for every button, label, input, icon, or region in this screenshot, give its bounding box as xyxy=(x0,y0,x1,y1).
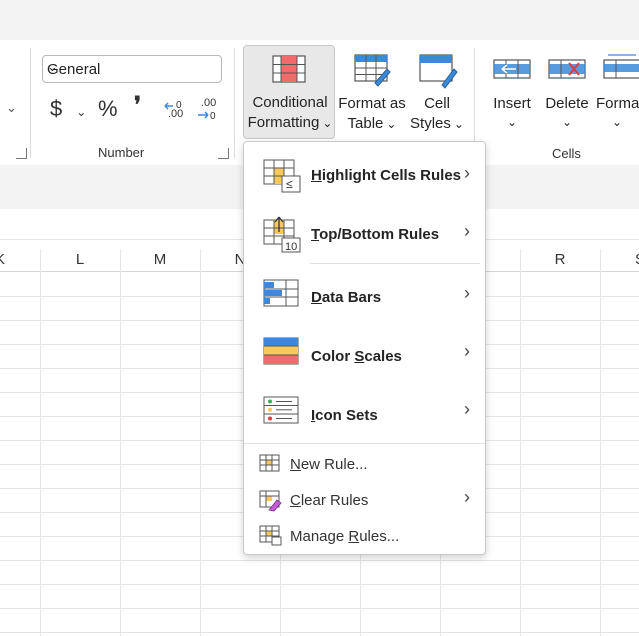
chevron-down-icon: ⌄ xyxy=(506,115,518,129)
number-group-label: Number xyxy=(98,145,145,160)
icon-sets-icon xyxy=(263,396,299,424)
title-bar xyxy=(0,0,639,40)
column-header[interactable]: K xyxy=(0,249,40,271)
menu-item-new-rule[interactable]: New Rule... xyxy=(244,448,485,480)
color-scales-icon xyxy=(263,337,299,365)
menu-item-manage-rules[interactable]: Manage Rules... xyxy=(244,520,485,552)
decrease-decimal-label: .00 xyxy=(201,97,217,109)
grid-line xyxy=(200,249,201,636)
column-header[interactable]: R xyxy=(520,249,600,271)
chevron-down-icon: ⌄ xyxy=(612,115,623,129)
menu-item-label: Clear Rules xyxy=(290,492,369,509)
percent-button[interactable]: % xyxy=(98,96,118,122)
menu-item-highlight-cells-rules[interactable]: ≤ Highlight Cells Rules › xyxy=(244,150,485,202)
cell-styles-line2: Styles xyxy=(410,115,451,132)
menu-item-color-scales[interactable]: Color Scales › xyxy=(244,328,485,380)
cell-styles-icon xyxy=(419,54,458,89)
currency-icon: $ xyxy=(50,96,63,121)
delete-button[interactable]: Delete ⌄ xyxy=(540,50,594,134)
comma-icon: ❜ xyxy=(134,92,142,117)
chevron-right-icon: › xyxy=(464,283,470,303)
grid-line xyxy=(0,608,639,609)
decrease-decimal-button[interactable]: .00 0 xyxy=(196,97,224,122)
chevron-right-icon: › xyxy=(464,341,470,361)
chevron-down-icon: ⌄ xyxy=(453,117,464,131)
column-header[interactable]: S xyxy=(600,249,639,271)
menu-item-label: Icon Sets xyxy=(311,407,378,424)
cell-styles-line1: Cell xyxy=(424,95,450,112)
cell-styles-button[interactable]: Cell Styles ⌄ xyxy=(408,45,466,139)
column-header[interactable]: M xyxy=(120,249,200,271)
format-as-table-line2: Table xyxy=(347,115,384,132)
format-label: Format xyxy=(596,95,639,112)
menu-item-label: Color Scales xyxy=(311,348,402,365)
conditional-formatting-icon xyxy=(272,55,306,83)
conditional-formatting-line2: Formatting xyxy=(247,114,320,131)
manage-rules-icon xyxy=(259,525,282,546)
chevron-down-icon: ⌄ xyxy=(561,115,573,129)
grid-line xyxy=(0,632,639,633)
chevron-down-icon: ⌄ xyxy=(322,116,333,130)
group-separator xyxy=(30,48,31,158)
format-as-table-icon xyxy=(354,54,391,87)
chevron-down-icon: ⌄ xyxy=(47,59,58,74)
group-separator xyxy=(234,48,235,158)
new-rule-icon xyxy=(259,454,280,472)
chevron-right-icon: › xyxy=(464,221,470,241)
delete-label: Delete xyxy=(545,95,589,112)
grid-line xyxy=(0,560,639,561)
top-bottom-rules-icon xyxy=(263,216,301,253)
increase-decimal-label: .00 xyxy=(168,108,184,120)
grid-line xyxy=(40,249,41,636)
comma-style-button[interactable]: ❜ xyxy=(134,92,141,118)
chevron-down-icon[interactable]: ⌄ xyxy=(6,100,17,116)
menu-item-label: Manage Rules... xyxy=(290,528,400,545)
insert-button[interactable]: Insert ⌄ xyxy=(486,50,538,134)
clear-rules-icon xyxy=(259,490,282,512)
dialog-launcher-icon[interactable] xyxy=(218,148,229,159)
currency-button[interactable]: $ ⌄ xyxy=(50,96,86,122)
grid-line xyxy=(120,249,121,636)
highlight-cells-rules-icon: ≤ xyxy=(263,159,301,193)
menu-item-label: Highlight Cells Rules xyxy=(311,167,462,184)
svg-text:≤: ≤ xyxy=(286,177,293,191)
percent-icon: % xyxy=(98,96,118,121)
menu-item-label: Data Bars xyxy=(311,289,382,306)
menu-item-icon-sets[interactable]: Icon Sets › xyxy=(244,386,485,438)
chevron-right-icon: › xyxy=(464,487,470,507)
number-format-select[interactable]: General ⌄ xyxy=(42,55,222,83)
insert-cells-icon xyxy=(493,59,531,79)
grid-line xyxy=(0,584,639,585)
column-header[interactable]: L xyxy=(40,249,120,271)
menu-item-top-bottom-rules[interactable]: 10 Top/Bottom Rules › xyxy=(244,208,485,260)
svg-text:0: 0 xyxy=(210,111,216,122)
format-button[interactable]: Format ⌄ xyxy=(596,50,639,134)
menu-divider xyxy=(244,443,485,444)
menu-item-clear-rules[interactable]: Clear Rules › xyxy=(244,484,485,516)
grid-line xyxy=(520,249,521,636)
chevron-down-icon: ⌄ xyxy=(76,105,87,119)
cells-group-label: Cells xyxy=(552,146,581,161)
conditional-formatting-button[interactable]: Conditional Formatting ⌄ xyxy=(243,45,335,139)
data-bars-icon xyxy=(263,279,299,307)
format-cells-icon xyxy=(603,54,639,79)
format-as-table-line1: Format as xyxy=(338,95,406,112)
delete-cells-icon xyxy=(548,59,586,79)
menu-item-label: Top/Bottom Rules xyxy=(311,226,440,243)
grid-line xyxy=(600,249,601,636)
menu-divider xyxy=(310,263,480,264)
format-as-table-button[interactable]: Format as Table ⌄ xyxy=(336,45,408,139)
menu-item-label: New Rule... xyxy=(290,456,368,473)
dialog-launcher-icon[interactable] xyxy=(16,148,27,159)
chevron-down-icon: ⌄ xyxy=(386,117,397,131)
insert-label: Insert xyxy=(493,95,531,112)
conditional-formatting-menu: ≤ Highlight Cells Rules › 10 Top/Bottom … xyxy=(243,141,486,555)
chevron-right-icon: › xyxy=(464,163,470,183)
conditional-formatting-line1: Conditional xyxy=(252,94,328,111)
top-bottom-rules-icon-text: 10 xyxy=(285,241,298,253)
increase-decimal-button[interactable]: 0 .00 xyxy=(163,98,191,122)
menu-item-data-bars[interactable]: Data Bars › xyxy=(244,270,485,322)
chevron-right-icon: › xyxy=(464,399,470,419)
